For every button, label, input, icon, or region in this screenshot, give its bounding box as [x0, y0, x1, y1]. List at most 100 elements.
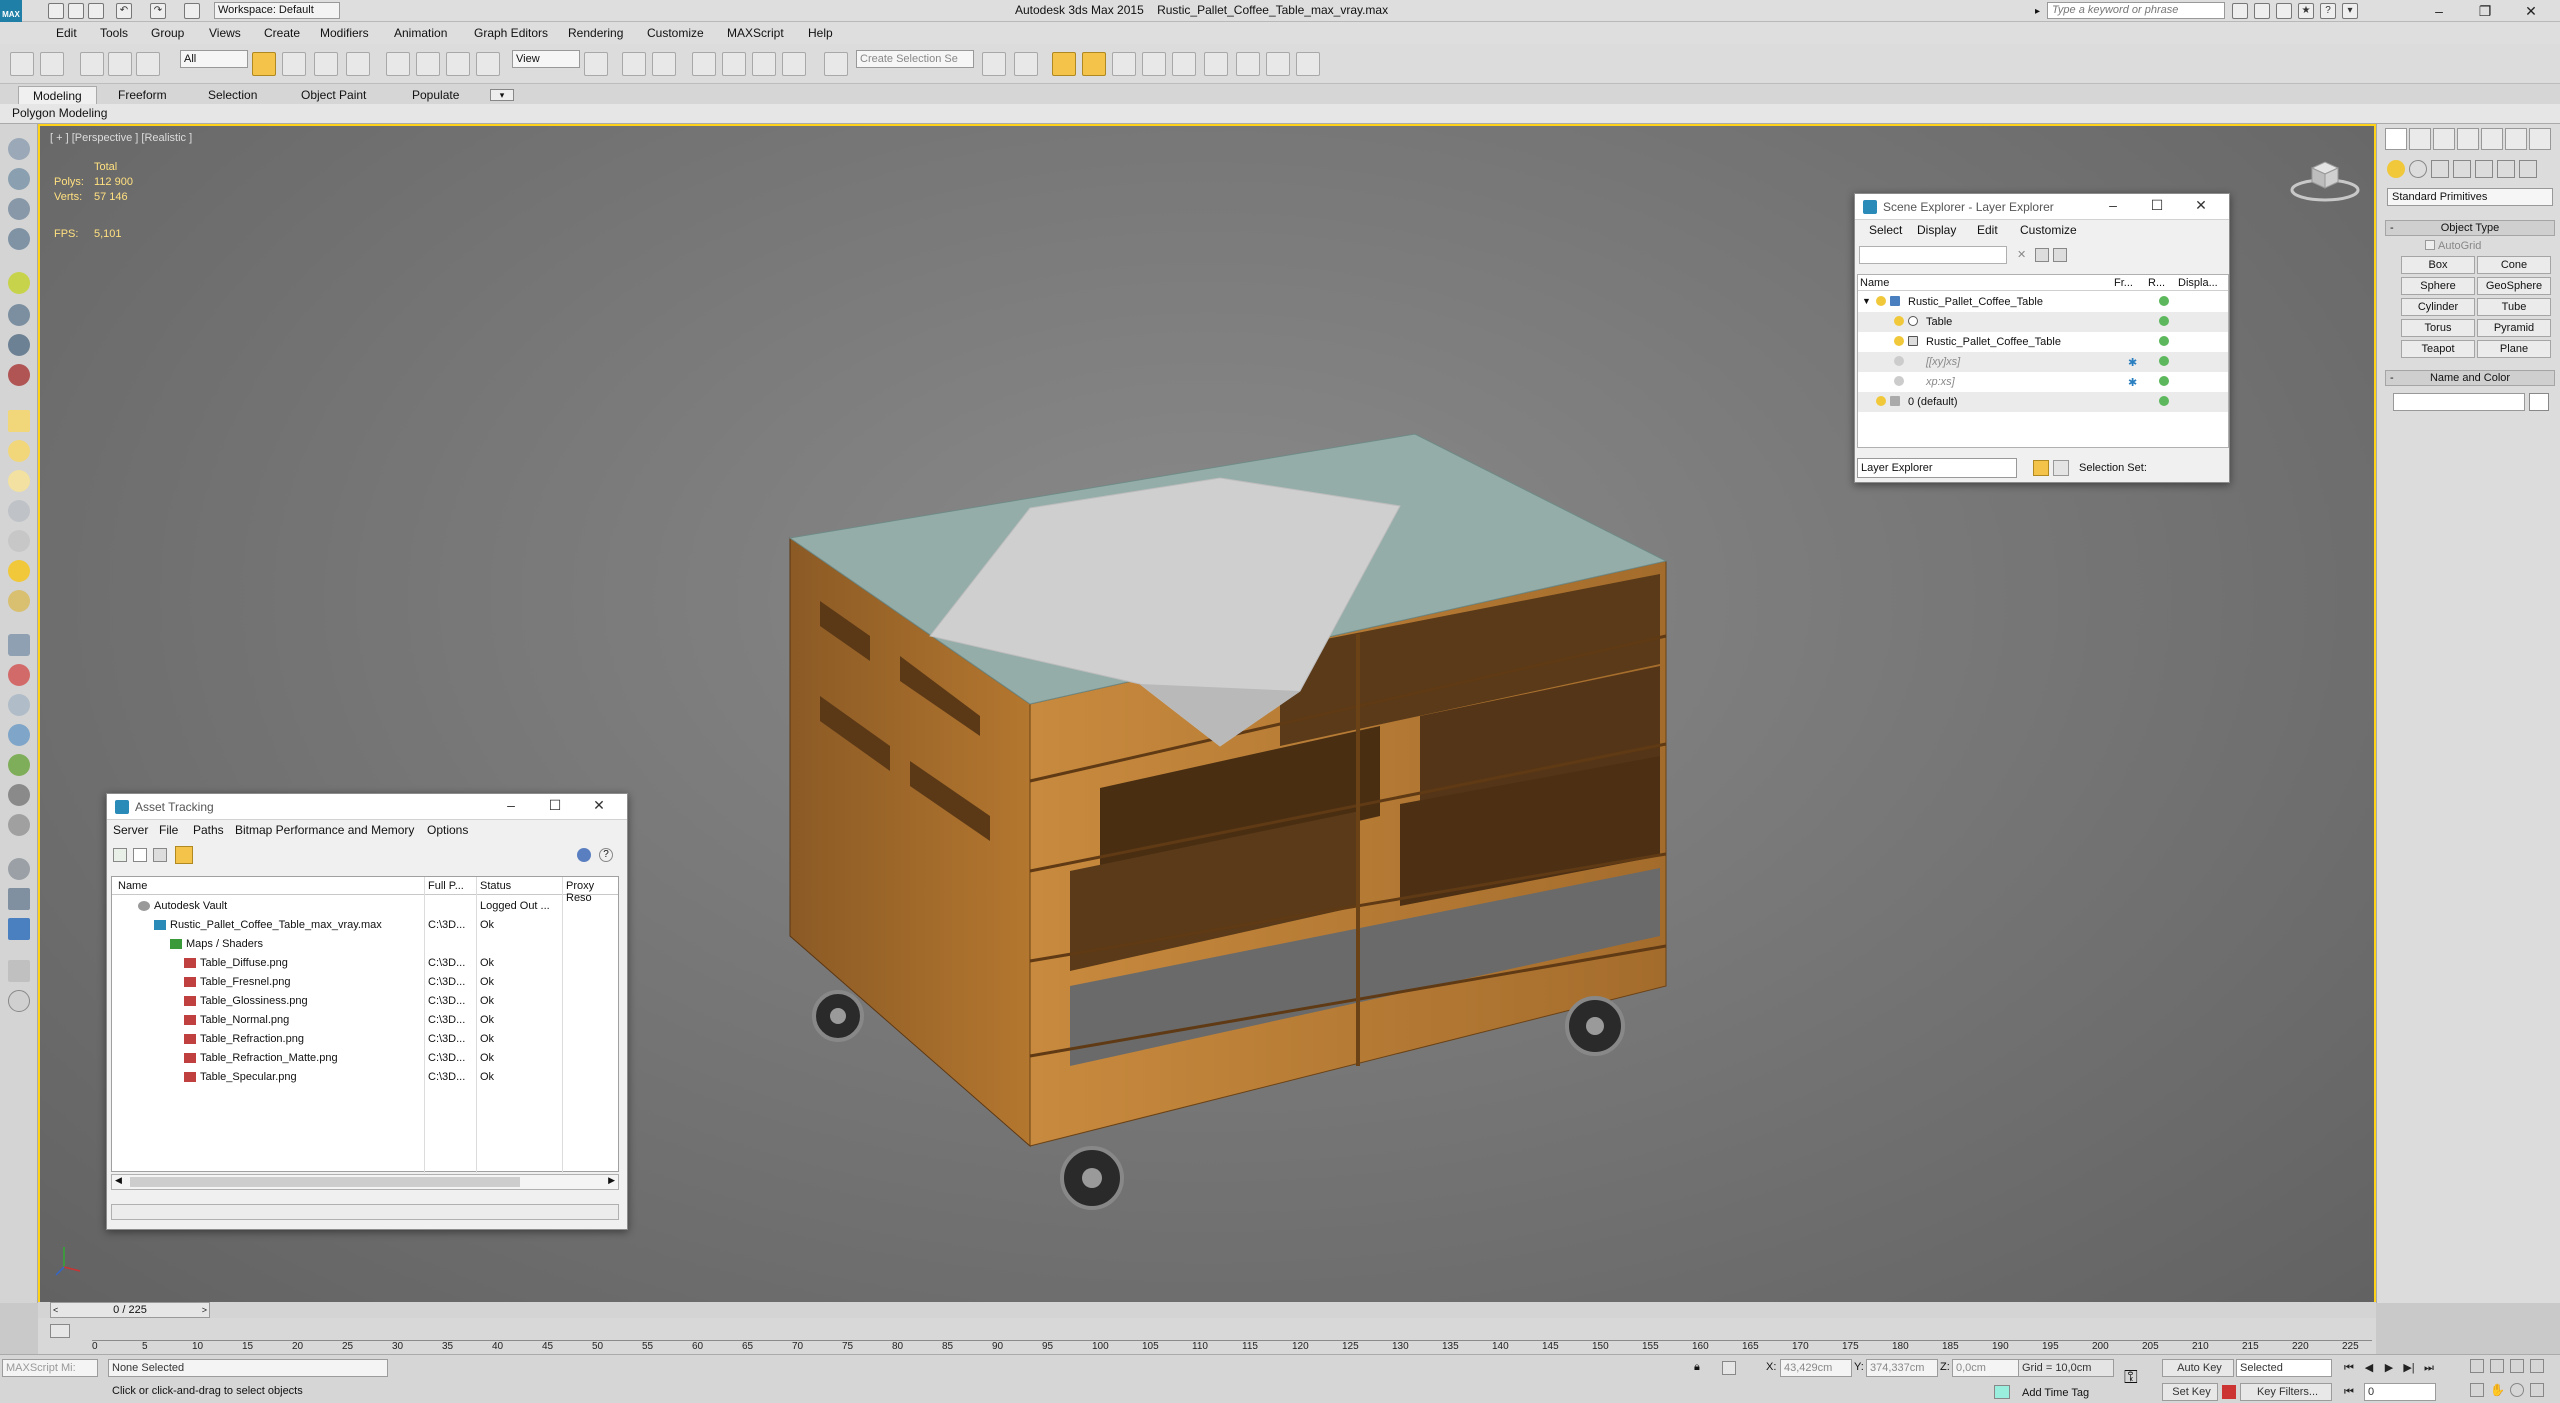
unlink-icon[interactable]	[108, 52, 132, 76]
menu-rendering[interactable]: Rendering	[568, 26, 623, 40]
open-file-icon[interactable]	[68, 3, 84, 19]
scroll-right-icon[interactable]: ▶	[608, 1175, 615, 1186]
play-icon[interactable]: ▶	[2380, 1359, 2398, 1377]
workspace-dropdown[interactable]: Workspace: Default	[214, 2, 340, 19]
car-tool-icon[interactable]	[8, 784, 30, 806]
layer-options-icon[interactable]	[2053, 248, 2067, 262]
vault-icon[interactable]	[577, 848, 591, 862]
pallet-coffee-table-model[interactable]	[780, 426, 1680, 1226]
light-bulb-icon[interactable]	[1894, 316, 1904, 326]
previous-frame-icon[interactable]: ◀	[2360, 1359, 2378, 1377]
help-icon[interactable]: ?	[2320, 3, 2336, 19]
ribbon-options-button[interactable]: ▾	[490, 89, 514, 101]
render-toggle-icon[interactable]	[2159, 396, 2169, 406]
tab-selection[interactable]: Selection	[194, 86, 271, 104]
zoom-all-icon[interactable]	[2490, 1359, 2504, 1373]
thumbnail-view-icon[interactable]	[153, 848, 167, 862]
scroll-left-icon[interactable]: ◀	[115, 1175, 122, 1186]
object-name[interactable]: Table	[1926, 316, 1952, 328]
asset-close-icon[interactable]: ✕	[577, 797, 621, 814]
plane-button[interactable]: Plane	[2477, 340, 2551, 358]
edit-named-selection-icon[interactable]	[824, 52, 848, 76]
table-view-icon[interactable]	[175, 846, 193, 864]
geometry-type-dropdown[interactable]: Standard Primitives	[2387, 188, 2553, 206]
light-bulb-icon[interactable]	[8, 272, 30, 294]
menu-modifiers[interactable]: Modifiers	[320, 26, 369, 40]
angle-snap-icon[interactable]	[722, 52, 746, 76]
object-name[interactable]: [[xy]xs]	[1926, 356, 1960, 368]
export-tool-icon[interactable]	[8, 888, 30, 910]
asset-row[interactable]: Autodesk Vault Logged Out ...	[112, 897, 618, 916]
schematic-view-icon[interactable]	[1172, 52, 1196, 76]
object-name[interactable]: Rustic_Pallet_Coffee_Table	[1926, 336, 2061, 348]
menu-tools[interactable]: Tools	[100, 26, 128, 40]
sort-by-layer-icon[interactable]	[2033, 460, 2049, 476]
scrollbar-thumb[interactable]	[130, 1177, 520, 1187]
plant-tool-icon[interactable]	[8, 754, 30, 776]
absolute-mode-icon[interactable]	[1722, 1361, 1736, 1375]
autogrid-checkbox[interactable]: AutoGrid	[2425, 240, 2481, 252]
lights-subtab-icon[interactable]	[2431, 160, 2449, 178]
at-menu-bitmap-performance[interactable]: Bitmap Performance and Memory	[235, 823, 414, 837]
restore-icon[interactable]: ❐	[2470, 2, 2500, 20]
undo-icon[interactable]: ↶	[116, 3, 132, 19]
app-logo-button[interactable]: MAX	[0, 0, 22, 22]
orbit-icon[interactable]	[2510, 1383, 2524, 1397]
scene-explorer-close-icon[interactable]: ✕	[2179, 197, 2223, 214]
light-bulb-off-icon[interactable]	[1894, 376, 1904, 386]
ring-tool-icon[interactable]	[8, 590, 30, 612]
new-file-icon[interactable]	[48, 3, 64, 19]
menu-maxscript[interactable]: MAXScript	[727, 26, 784, 40]
col-name[interactable]: Name	[118, 880, 147, 892]
hierarchy-tab-icon[interactable]	[2433, 128, 2455, 150]
asset-maximize-icon[interactable]: ☐	[533, 797, 577, 814]
col-full-path[interactable]: Full P...	[428, 880, 464, 892]
refresh-icon[interactable]	[113, 848, 127, 862]
stack-tool-icon[interactable]	[8, 634, 30, 656]
select-by-name-icon[interactable]	[282, 52, 306, 76]
place-icon[interactable]	[476, 52, 500, 76]
viewport-label-menu[interactable]: [ + ] [Perspective ] [Realistic ]	[50, 132, 192, 144]
render-toggle-icon[interactable]	[2159, 296, 2169, 306]
spacewarps-subtab-icon[interactable]	[2497, 160, 2515, 178]
motion-tab-icon[interactable]	[2457, 128, 2479, 150]
cylinder-button[interactable]: Cylinder	[2401, 298, 2475, 316]
tools-tab-icon[interactable]	[2529, 128, 2551, 150]
spinner-snap-icon[interactable]	[782, 52, 806, 76]
col-freeze[interactable]: Fr...	[2114, 277, 2133, 289]
asset-row[interactable]: Rustic_Pallet_Coffee_Table_max_vray.max …	[112, 916, 618, 935]
go-to-start-icon[interactable]: ⏮	[2340, 1359, 2358, 1377]
geometry-subtab-icon[interactable]	[2387, 160, 2405, 178]
tree-tool-icon[interactable]	[8, 694, 30, 716]
undo-button[interactable]	[10, 52, 34, 76]
rectangular-selection-icon[interactable]	[314, 52, 338, 76]
menu-create[interactable]: Create	[264, 26, 300, 40]
move-icon[interactable]	[386, 52, 410, 76]
list-tool-icon[interactable]	[8, 198, 30, 220]
se-menu-customize[interactable]: Customize	[2020, 223, 2077, 237]
help-tool-icon[interactable]	[8, 990, 30, 1012]
layer-name[interactable]: Rustic_Pallet_Coffee_Table	[1908, 296, 2043, 308]
geosphere-button[interactable]: GeoSphere	[2477, 277, 2551, 295]
next-frame-icon[interactable]: ▶|	[2400, 1359, 2418, 1377]
script-tool-icon[interactable]	[8, 960, 30, 982]
render-production-icon[interactable]	[1296, 52, 1320, 76]
material-editor-icon[interactable]	[1204, 52, 1228, 76]
search-expand-icon[interactable]: ▸	[2035, 6, 2040, 17]
camera-tool-icon[interactable]	[8, 334, 30, 356]
scene-explorer-maximize-icon[interactable]: ☐	[2135, 197, 2179, 214]
menu-customize[interactable]: Customize	[647, 26, 704, 40]
viewcube-icon[interactable]	[2290, 156, 2360, 202]
redo-icon[interactable]: ↷	[150, 3, 166, 19]
project-folder-icon[interactable]	[184, 3, 200, 19]
layer-row[interactable]: Rustic_Pallet_Coffee_Table	[1858, 332, 2228, 352]
asset-row[interactable]: Table_Glossiness.png C:\3D... Ok	[112, 992, 618, 1011]
key-filters-button[interactable]: Key Filters...	[2240, 1383, 2332, 1401]
display-tab-icon[interactable]	[2481, 128, 2503, 150]
render-toggle-icon[interactable]	[2159, 336, 2169, 346]
redo-button[interactable]	[40, 52, 64, 76]
key-mode-toggle-icon[interactable]: ⏮	[2340, 1383, 2358, 1401]
cameras-subtab-icon[interactable]	[2453, 160, 2471, 178]
torus-button[interactable]: Torus	[2401, 319, 2475, 337]
col-status[interactable]: Status	[480, 880, 511, 892]
